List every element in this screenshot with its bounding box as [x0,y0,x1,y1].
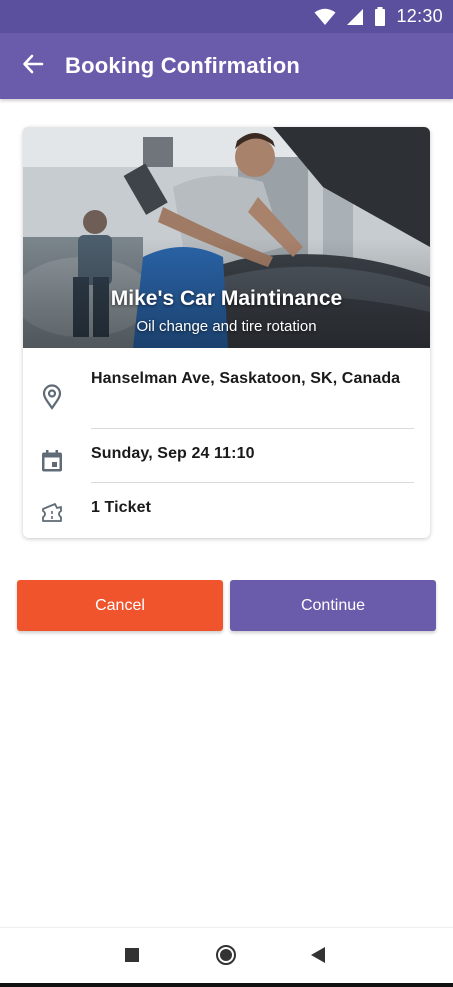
ticket-count-text: 1 Ticket [91,499,152,516]
business-name: Mike's Car Maintinance [110,287,343,310]
location-row: Hanselman Ave, Saskatoon, SK, Canada [23,348,430,428]
service-description: Oil change and tire rotation [136,318,317,335]
recents-button[interactable] [117,942,147,972]
arrow-back-icon [22,53,44,80]
date-text: Sunday, Sep 24 11:10 [91,445,255,462]
recents-square-icon [125,947,139,967]
home-button[interactable] [211,942,241,972]
page-title: Booking Confirmation [65,53,300,78]
ticket-row: 1 Ticket [23,483,430,538]
continue-button[interactable]: Continue [230,580,436,631]
back-nav-button[interactable] [303,942,333,972]
signal-icon [346,8,364,26]
location-text: Hanselman Ave, Saskatoon, SK, Canada [91,370,401,387]
status-time: 12:30 [396,6,443,26]
continue-button-label: Continue [300,596,366,614]
battery-icon [374,7,386,26]
app-bar: Booking Confirmation [0,33,453,99]
hero-image: Mike's Car Maintinance Oil change and ti… [23,127,430,348]
location-pin-icon [39,384,65,410]
system-nav-bar [0,927,453,987]
date-row: Sunday, Sep 24 11:10 [23,429,430,482]
status-bar: 12:30 [0,0,453,33]
screen-bottom-edge [0,983,453,987]
ticket-icon [39,499,65,525]
wifi-icon [314,8,336,26]
booking-card: Mike's Car Maintinance Oil change and ti… [23,127,430,538]
cancel-button-label: Cancel [95,596,145,614]
calendar-icon [39,448,65,474]
back-triangle-icon [311,946,325,968]
cancel-button[interactable]: Cancel [17,580,223,631]
back-button[interactable] [9,42,57,90]
home-circle-icon [215,944,237,971]
